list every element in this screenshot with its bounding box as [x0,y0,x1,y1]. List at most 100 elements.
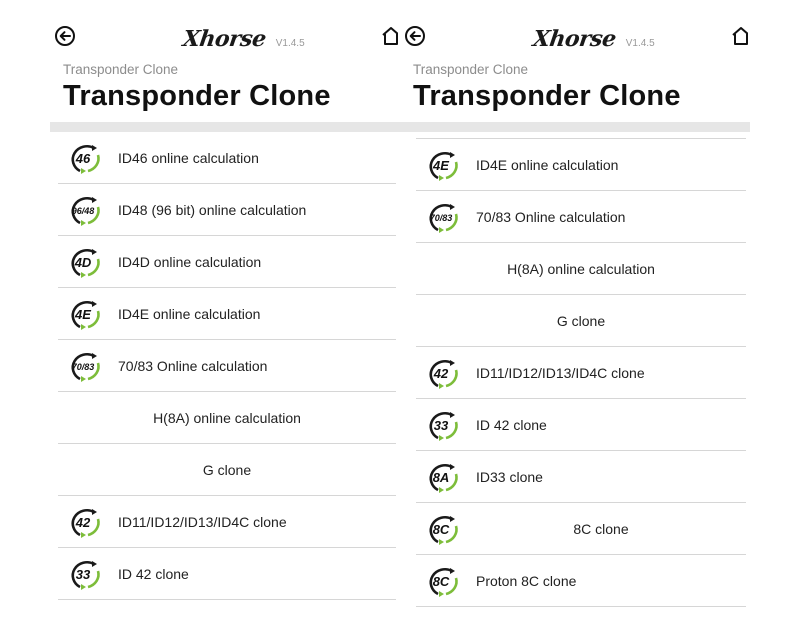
transponder-icon: 4E [64,298,102,330]
list-item-label: H(8A) online calculation [153,409,301,426]
list-item-label: ID11/ID12/ID13/ID4C clone [118,513,287,530]
transponder-icon: 33 [64,558,102,590]
transponder-chip-icon: 8C [429,568,458,597]
list-item-label: ID4E online calculation [118,305,261,322]
breadcrumb: Transponder Clone [63,62,179,77]
list-item-label: ID4E online calculation [476,156,619,173]
list-item[interactable]: 70/83 70/83 Online calculation [58,340,396,392]
transponder-chip-icon: 42 [429,360,458,389]
list-item[interactable]: 33 ID 42 clone [416,399,746,451]
back-arrow-icon [55,26,75,46]
transponder-chip-icon: 42 [71,509,100,538]
transponder-icon: 70/83 [64,350,102,382]
page-title: Transponder Clone [413,80,681,112]
list-item[interactable]: 42 ID11/ID12/ID13/ID4C clone [58,496,396,548]
transponder-code-label: 4E [74,307,91,322]
list-item-label: ID11/ID12/ID13/ID4C clone [476,364,645,381]
function-list: 4E ID4E online calculation 70/83 70/83 Onli… [416,138,746,607]
app-version: V1.4.5 [625,38,655,49]
transponder-chip-icon: 33 [71,561,100,590]
home-button[interactable] [380,25,398,47]
list-item[interactable]: 8C Proton 8C clone [416,555,746,607]
transponder-icon: 42 [64,506,102,538]
transponder-code-label: 8A [433,470,450,485]
transponder-chip-icon: 4E [429,152,458,181]
transponder-code-label: 33 [76,567,91,582]
list-item[interactable]: 8A ID33 clone [416,451,746,503]
list-item[interactable]: H(8A) online calculation [416,243,746,295]
back-arrow-icon [405,26,425,46]
list-item[interactable]: 33 ID 42 clone [58,548,396,600]
transponder-chip-icon: 4E [71,301,100,330]
transponder-icon: 96/48 [64,194,102,226]
transponder-icon: 46 [64,142,102,174]
transponder-icon: 4D [64,246,102,278]
list-item[interactable]: G clone [58,444,396,496]
list-item-label: ID48 (96 bit) online calculation [118,201,307,218]
transponder-icon: 33 [422,409,460,441]
page-title: Transponder Clone [63,80,331,112]
transponder-icon: 8C [422,513,460,545]
list-item[interactable]: 4E ID4E online calculation [416,139,746,191]
function-list: 46 ID46 online calculation 96/48 ID48 (96 b… [58,132,396,600]
list-item-label: ID 42 clone [476,416,547,433]
transponder-chip-icon: 33 [429,412,458,441]
transponder-chip-icon: 4D [71,249,100,278]
back-button[interactable] [404,25,426,47]
list-item[interactable]: 4E ID4E online calculation [58,288,396,340]
app-version: V1.4.5 [275,38,305,49]
list-item-label: H(8A) online calculation [507,260,655,277]
brand: Xhorse V1.4.5 [531,26,655,52]
home-button[interactable] [730,25,748,47]
transponder-chip-icon: 8C [429,516,458,545]
list-item[interactable]: 42 ID11/ID12/ID13/ID4C clone [416,347,746,399]
header-divider [50,122,400,132]
transponder-code-label: 4E [432,158,449,173]
transponder-code-label: 96/48 [72,206,95,216]
breadcrumb: Transponder Clone [413,62,529,77]
transponder-code-label: 70/83 [430,213,453,223]
home-icon [732,27,748,45]
list-item[interactable]: 4D ID4D online calculation [58,236,396,288]
transponder-chip-icon: 8A [429,464,458,493]
list-item[interactable]: 8C 8C clone [416,503,746,555]
list-item-label: Proton 8C clone [476,572,577,589]
transponder-icon: 8A [422,461,460,493]
list-item-label: G clone [202,461,252,478]
list-item-label: 70/83 Online calculation [118,357,268,374]
transponder-chip-icon: 46 [71,145,100,174]
list-item-label: ID46 online calculation [118,149,259,166]
transponder-code-label: 33 [434,418,449,433]
transponder-icon: 70/83 [422,201,460,233]
transponder-code-label: 70/83 [72,362,95,372]
top-bar: Xhorse V1.4.5 [50,0,400,60]
list-item[interactable]: H(8A) online calculation [58,392,396,444]
list-item-label: 70/83 Online calculation [476,208,626,225]
transponder-code-label: 8C [433,522,450,537]
transponder-chip-icon: 96/48 [71,197,100,226]
list-item[interactable]: G clone [416,295,746,347]
right-screen: Xhorse V1.4.5 Transponder Clone Transpon… [400,0,750,618]
transponder-code-label: 8C [433,574,450,589]
transponder-code-label: 46 [75,151,91,166]
list-item-label: ID33 clone [476,468,543,485]
back-button[interactable] [54,25,76,47]
transponder-chip-icon: 70/83 [71,353,100,382]
transponder-chip-icon: 70/83 [429,204,458,233]
top-bar: Xhorse V1.4.5 [400,0,750,60]
transponder-code-label: 4D [74,255,92,270]
list-item-label: ID 42 clone [118,565,189,582]
transponder-icon: 4E [422,149,460,181]
list-item-label: ID4D online calculation [118,253,262,270]
brand: Xhorse V1.4.5 [181,26,305,52]
list-item[interactable]: 70/83 70/83 Online calculation [416,191,746,243]
transponder-icon: 42 [422,357,460,389]
transponder-code-label: 42 [75,515,91,530]
list-item[interactable]: 46 ID46 online calculation [58,132,396,184]
transponder-icon: 8C [422,565,460,597]
list-item[interactable]: 96/48 ID48 (96 bit) online calculation [58,184,396,236]
left-screen: Xhorse V1.4.5 Transponder Clone Transpon… [50,0,400,618]
list-item-label: G clone [556,312,606,329]
xhorse-logo: Xhorse [181,26,268,52]
list-item-label: 8C clone [573,520,629,537]
